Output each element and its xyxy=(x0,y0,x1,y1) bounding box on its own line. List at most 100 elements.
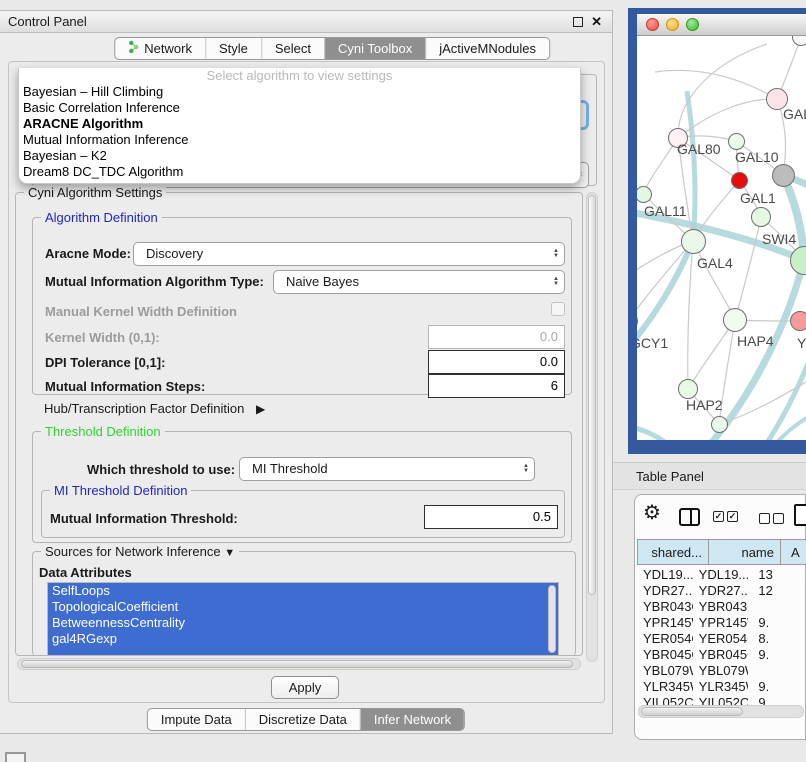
screen: Control Panel ✕ xyxy=(0,0,806,762)
dropdown-item[interactable]: Bayesian – K2 xyxy=(19,148,580,164)
apply-button[interactable]: Apply xyxy=(271,676,339,699)
tab-impute-data[interactable]: Impute Data xyxy=(148,709,245,730)
which-threshold-combo[interactable]: MI Threshold ▲▼ xyxy=(239,457,535,481)
node-label: GCY1 xyxy=(637,335,668,351)
tab-cyni-toolbox[interactable]: Cyni Toolbox xyxy=(324,38,425,59)
cyni-algorithm-settings-group: Cyni Algorithm Settings Algorithm Defini… xyxy=(15,192,583,656)
dropdown-item[interactable]: Mutual Information Inference xyxy=(19,132,580,148)
network-canvas[interactable]: GAL GAL80 GAL10 GAL11 GAL1 GAL4 SWI4 GCY… xyxy=(637,36,806,440)
dropdown-item[interactable]: Basic Correlation Inference xyxy=(19,100,580,116)
manual-kernel-width-checkbox[interactable] xyxy=(551,302,565,316)
dpi-tolerance-field[interactable]: 0.0 xyxy=(428,350,565,374)
table-row[interactable]: YDR27... YDR27... 12 xyxy=(637,583,805,599)
data-attributes-list[interactable]: SelfLoops TopologicalCoefficient Between… xyxy=(47,582,559,656)
close-icon[interactable]: ✕ xyxy=(591,17,602,27)
combo-stepper-icon: ▲▼ xyxy=(553,249,559,259)
network-node-hap4[interactable] xyxy=(723,308,747,332)
tab-network[interactable]: Network xyxy=(115,38,205,59)
table-row[interactable]: YBR043C YBR043C xyxy=(637,599,805,615)
node-label: GAL4 xyxy=(697,255,733,271)
algorithm-dropdown-popup: Select algorithm to view settings Bayesi… xyxy=(18,68,581,184)
hub-definition-expander[interactable]: Hub/Transcription Factor Definition ▶ xyxy=(44,401,265,416)
table-row[interactable]: YER054C YER054C 8. xyxy=(637,631,805,647)
tab-style[interactable]: Style xyxy=(205,38,261,59)
network-node-salmon[interactable] xyxy=(790,311,806,331)
dpi-tolerance-label: DPI Tolerance [0,1]: xyxy=(45,355,165,370)
dropdown-item-selected[interactable]: ARACNE Algorithm xyxy=(19,116,580,132)
cyni-bottom-tabs: Impute Data Discretize Data Infer Networ… xyxy=(147,708,465,731)
mi-threshold-definition-title: MI Threshold Definition xyxy=(50,483,191,498)
mac-close-icon[interactable] xyxy=(646,18,659,31)
network-node-gal10[interactable] xyxy=(728,133,745,150)
table-row[interactable]: YPR145W YPR145W 9. xyxy=(637,615,805,631)
network-node-red[interactable] xyxy=(731,172,748,189)
combo-stepper-icon: ▲▼ xyxy=(553,277,559,287)
deselect-all-columns-icon[interactable] xyxy=(759,513,784,524)
sources-title: Sources for Network Inference ▼ xyxy=(41,544,239,559)
dropdown-placeholder: Select algorithm to view settings xyxy=(19,68,580,84)
aracne-mode-label: Aracne Mode: xyxy=(45,246,131,261)
export-table-icon[interactable] xyxy=(794,504,806,526)
column-header[interactable]: A xyxy=(781,539,806,565)
control-panel-tabs: Network Style Select Cyni Toolbox jActiv… xyxy=(114,37,550,60)
panel-title: Control Panel xyxy=(0,14,87,29)
mi-threshold-definition-group: MI Threshold Definition Mutual Informati… xyxy=(41,490,565,538)
list-item[interactable] xyxy=(48,647,558,656)
network-node-gray[interactable] xyxy=(772,164,795,187)
combo-stepper-icon: ▲▼ xyxy=(523,464,529,474)
gear-icon[interactable]: ⚙ xyxy=(643,500,661,525)
list-item[interactable]: TopologicalCoefficient xyxy=(48,599,558,615)
network-window-titlebar[interactable] xyxy=(637,14,806,36)
columns-icon[interactable] xyxy=(679,508,700,526)
table-row[interactable]: YBR045C YBR045C 9. xyxy=(637,647,805,663)
node-label: GAL1 xyxy=(740,190,776,206)
tab-infer-network[interactable]: Infer Network xyxy=(360,709,464,730)
table-row[interactable]: YIL052C YIL052C 9 xyxy=(637,695,805,705)
float-window-icon[interactable] xyxy=(573,17,583,27)
aracne-mode-combo[interactable]: Discovery ▲▼ xyxy=(133,242,565,266)
node-label: GAL80 xyxy=(677,141,721,157)
network-view-window[interactable]: GAL GAL80 GAL10 GAL11 GAL1 GAL4 SWI4 GCY… xyxy=(628,8,806,454)
collapse-arrow-icon[interactable]: ▼ xyxy=(224,547,235,559)
list-item[interactable]: BetweennessCentrality xyxy=(48,615,558,631)
column-header[interactable]: shared... xyxy=(637,539,709,565)
tab-jactivemnodules[interactable]: jActiveMNodules xyxy=(425,38,549,59)
settings-vertical-scrollbar[interactable] xyxy=(586,192,598,662)
threshold-definition-group: Threshold Definition Which threshold to … xyxy=(32,431,572,543)
mac-minimize-icon[interactable] xyxy=(666,18,679,31)
dropdown-item[interactable]: Dream8 DC_TDC Algorithm xyxy=(19,164,580,180)
mi-steps-field[interactable]: 6 xyxy=(428,374,565,398)
expander-arrow-icon[interactable]: ▶ xyxy=(256,402,265,416)
data-attributes-label: Data Attributes xyxy=(39,565,132,580)
network-node-gal4[interactable] xyxy=(681,229,706,254)
kernel-width-field[interactable]: 0.0 xyxy=(428,325,565,349)
dropdown-item[interactable]: Bayesian – Hill Climbing xyxy=(19,84,580,100)
table-row[interactable]: YBL079W YBL079W xyxy=(637,663,805,679)
table-hscroll-thumb[interactable] xyxy=(641,707,743,716)
network-node-hap2[interactable] xyxy=(678,379,698,399)
list-vscroll-thumb[interactable] xyxy=(548,585,556,653)
column-header[interactable]: name xyxy=(709,539,781,565)
select-all-columns-icon[interactable]: ✓✓ xyxy=(713,511,738,522)
table-horizontal-scrollbar[interactable] xyxy=(638,705,804,718)
tab-select[interactable]: Select xyxy=(261,38,324,59)
settings-horizontal-scrollbar[interactable] xyxy=(17,658,581,670)
tab-discretize-data[interactable]: Discretize Data xyxy=(245,709,360,730)
mi-algorithm-type-combo[interactable]: Naive Bayes ▲▼ xyxy=(273,270,565,294)
settings-vscroll-thumb[interactable] xyxy=(588,195,596,595)
threshold-definition-title: Threshold Definition xyxy=(41,424,165,439)
manual-kernel-width-label: Manual Kernel Width Definition xyxy=(45,304,237,319)
settings-hscroll-thumb[interactable] xyxy=(21,660,573,668)
list-item[interactable]: SelfLoops xyxy=(48,583,558,599)
dock-panel-icon[interactable] xyxy=(5,752,26,762)
node-label: GAL10 xyxy=(735,149,779,165)
table-row[interactable]: YDL19... YDL19... 13 xyxy=(637,567,805,583)
node-label: SWI4 xyxy=(762,231,796,247)
network-node-gal1[interactable] xyxy=(751,207,771,227)
mac-zoom-icon[interactable] xyxy=(686,18,699,31)
cyni-algorithm-settings-title: Cyni Algorithm Settings xyxy=(24,185,166,200)
mi-threshold-field[interactable]: 0.5 xyxy=(424,505,558,529)
table-row[interactable]: YLR345W YLR345W 9. xyxy=(637,679,805,695)
list-item[interactable]: gal4RGexp xyxy=(48,631,558,647)
network-node[interactable] xyxy=(711,416,728,433)
